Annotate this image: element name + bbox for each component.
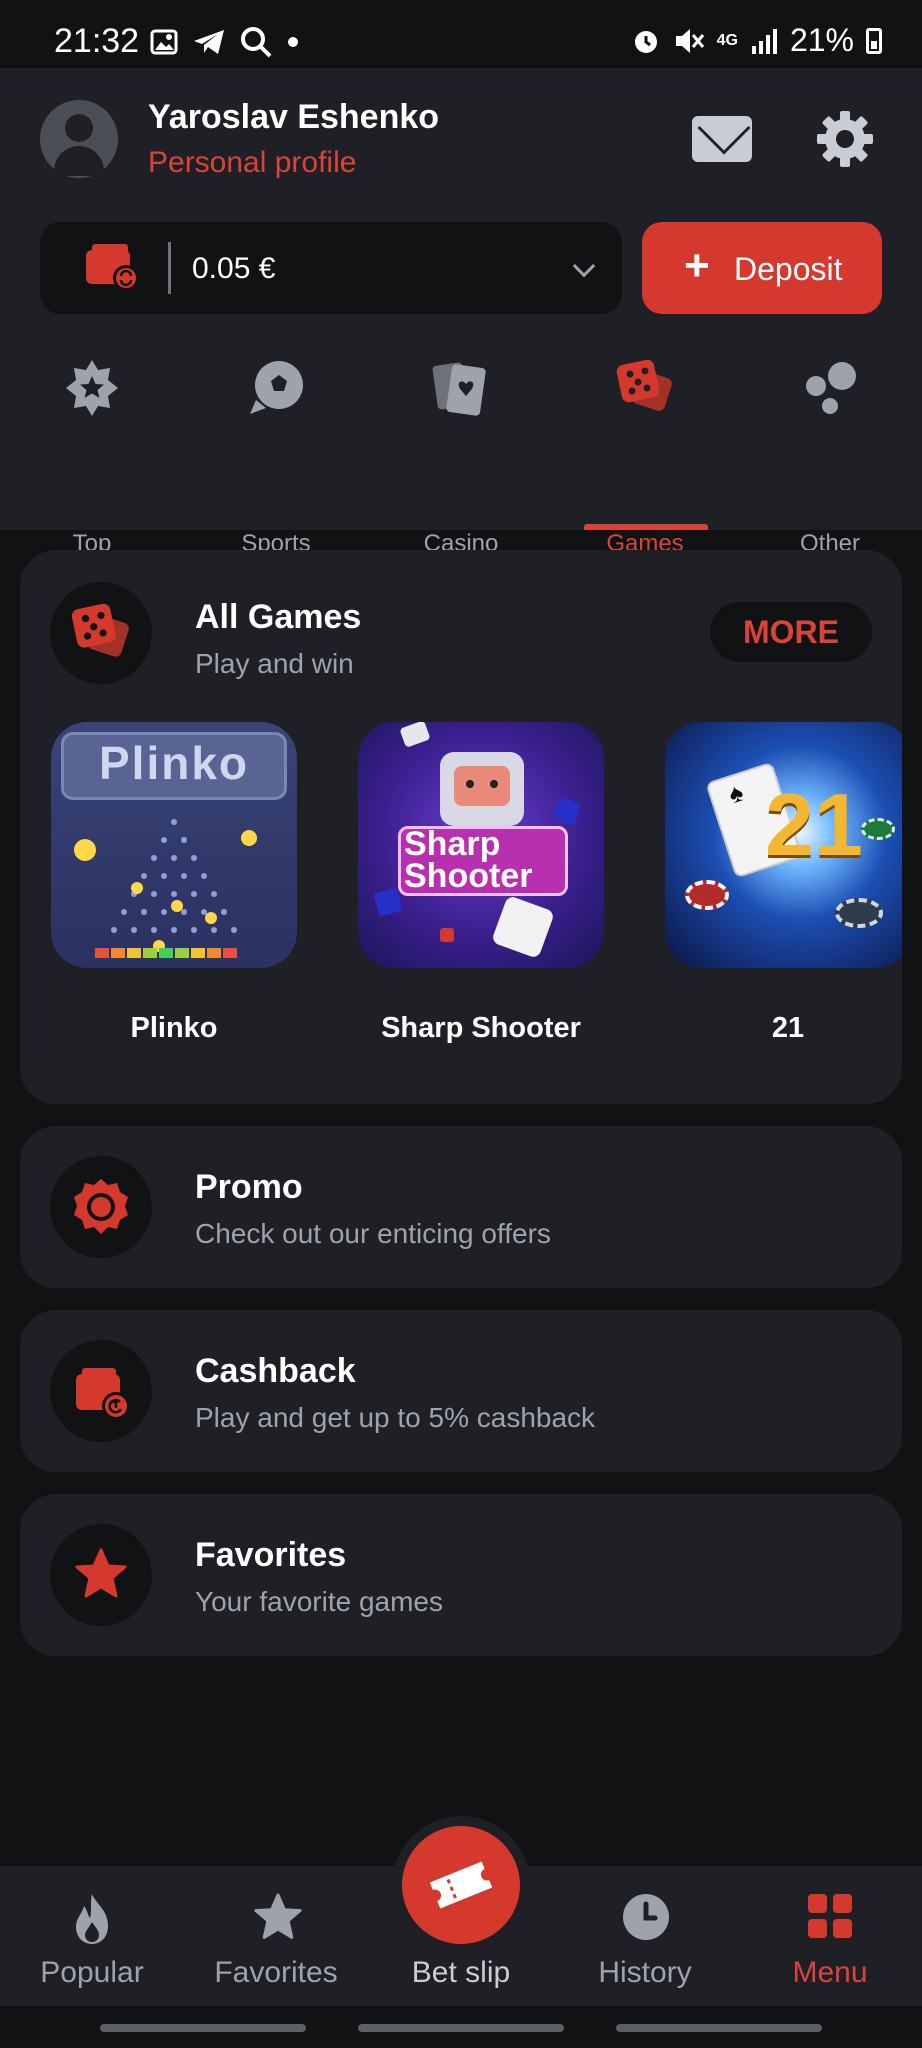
bet-slip-button[interactable]: [402, 1826, 520, 1944]
all-games-title: All Games: [195, 598, 362, 636]
ticket-icon: [429, 1861, 493, 1909]
game-name: Plinko: [130, 1012, 218, 1044]
dot-icon: [288, 37, 298, 47]
search-icon: [241, 27, 272, 58]
promo-title: Promo: [195, 1168, 303, 1206]
avatar[interactable]: [40, 100, 118, 178]
nav-label: Favorites: [214, 1956, 338, 1989]
dice-icon: [616, 359, 672, 411]
nav-popular[interactable]: Popular: [0, 1866, 184, 2006]
user-name[interactable]: Yaroslav Eshenko: [148, 98, 439, 137]
balance-divider: [168, 242, 171, 294]
nav-label: Bet slip: [411, 1956, 511, 1989]
plinko-logo-text: Plinko: [98, 737, 250, 789]
tab-sports[interactable]: Sports: [201, 358, 351, 557]
all-games-subtitle: Play and win: [195, 648, 354, 679]
clock-icon: [623, 1894, 669, 1940]
game-tile-plinko[interactable]: Plinko Plinko: [51, 722, 297, 1044]
game-tile-21[interactable]: ♠ 21 21: [665, 722, 902, 1044]
battery-icon: [866, 27, 882, 54]
game-tile-sharp-shooter[interactable]: Sharp Shooter Sharp Shooter: [358, 722, 604, 1044]
gear-icon[interactable]: [814, 108, 876, 170]
balance-amount: 0.05 €: [192, 252, 276, 285]
21-thumbnail: ♠ 21: [665, 722, 902, 968]
alarm-icon: [634, 30, 657, 53]
mute-icon: [675, 28, 704, 53]
nav-menu[interactable]: Menu: [738, 1866, 922, 2006]
more-button[interactable]: MORE: [710, 602, 872, 662]
status-bar: 21:32 4G 21%: [0, 0, 922, 68]
cashback-card[interactable]: Cashback Play and get up to 5% cashback: [20, 1310, 902, 1472]
playing-cards-icon: [432, 362, 486, 416]
favorites-title: Favorites: [195, 1536, 347, 1574]
star-icon: [254, 1893, 302, 1939]
promo-badge-icon: [74, 1179, 128, 1234]
gesture-bar-right: [616, 2024, 822, 2032]
nav-history[interactable]: History: [553, 1866, 737, 2006]
sharp-shooter-logo-2: Shooter: [404, 857, 533, 895]
balance-selector[interactable]: 0.05 €: [40, 222, 622, 314]
wallet-icon: [86, 244, 139, 291]
cashback-icon-wrap: [50, 1340, 152, 1442]
favorites-card[interactable]: Favorites Your favorite games: [20, 1494, 902, 1656]
image-icon: [150, 29, 178, 55]
cashback-subtitle: Play and get up to 5% cashback: [195, 1402, 596, 1433]
personal-profile-link[interactable]: Personal profile: [148, 146, 356, 180]
21-logo-text: 21: [765, 775, 863, 874]
gesture-bar-center: [358, 2024, 564, 2032]
flame-icon: [76, 1894, 108, 1944]
dice-icon: [71, 603, 129, 657]
nav-label: Menu: [792, 1956, 868, 1989]
all-games-card: All Games Play and win MORE Plinko Plink…: [20, 550, 902, 1104]
grid-icon: [808, 1894, 852, 1938]
tab-casino[interactable]: Casino: [386, 358, 536, 557]
game-name: 21: [771, 1012, 805, 1044]
promo-icon-wrap: [50, 1156, 152, 1258]
game-tile-21-clip: ♠ 21 21: [665, 722, 902, 1082]
bubbles-icon: [806, 362, 856, 414]
promo-card[interactable]: Promo Check out our enticing offers: [20, 1126, 902, 1288]
all-games-icon-wrap: [50, 582, 152, 684]
tab-other[interactable]: Other: [755, 358, 905, 557]
telegram-icon: [194, 30, 224, 54]
network-type: 4G: [716, 31, 738, 49]
category-tabs: Top Sports Casino Games Other: [0, 358, 922, 557]
cashback-wallet-icon: [76, 1368, 130, 1420]
mail-icon[interactable]: [692, 116, 752, 162]
nav-label: Popular: [40, 1956, 144, 1989]
favorites-icon-wrap: [50, 1524, 152, 1626]
plinko-thumbnail: Plinko: [51, 722, 297, 968]
tab-games[interactable]: Games: [570, 358, 720, 557]
notification-icons: [150, 26, 300, 58]
plinko-board-art: [74, 819, 257, 958]
soccer-ball-icon: [250, 361, 303, 414]
chevron-down-icon: [572, 254, 596, 278]
tab-top[interactable]: Top: [17, 358, 167, 557]
star-badge-icon: [66, 360, 118, 416]
system-icons: 4G 21%: [631, 22, 882, 59]
sharp-shooter-thumbnail: Sharp Shooter: [358, 722, 604, 968]
signal-icon: [751, 28, 777, 54]
profile-header: Yaroslav Eshenko Personal profile 0.05 €: [0, 68, 922, 557]
promo-subtitle: Check out our enticing offers: [195, 1218, 551, 1249]
status-time: 21:32: [54, 22, 140, 60]
gesture-bar-left: [100, 2024, 306, 2032]
deposit-button[interactable]: + Deposit: [642, 222, 882, 314]
cashback-title: Cashback: [195, 1352, 356, 1390]
nav-favorites[interactable]: Favorites: [184, 1866, 368, 2006]
battery-percent: 21%: [789, 22, 854, 58]
game-name: Sharp Shooter: [381, 1012, 581, 1044]
favorites-subtitle: Your favorite games: [195, 1586, 443, 1617]
deposit-label: Deposit: [734, 251, 843, 287]
plus-icon: +: [684, 241, 710, 290]
nav-label: History: [598, 1956, 692, 1989]
star-icon: [75, 1548, 127, 1598]
active-tab-indicator: [584, 524, 708, 530]
sharp-shooter-logo-1: Sharp: [404, 825, 501, 863]
